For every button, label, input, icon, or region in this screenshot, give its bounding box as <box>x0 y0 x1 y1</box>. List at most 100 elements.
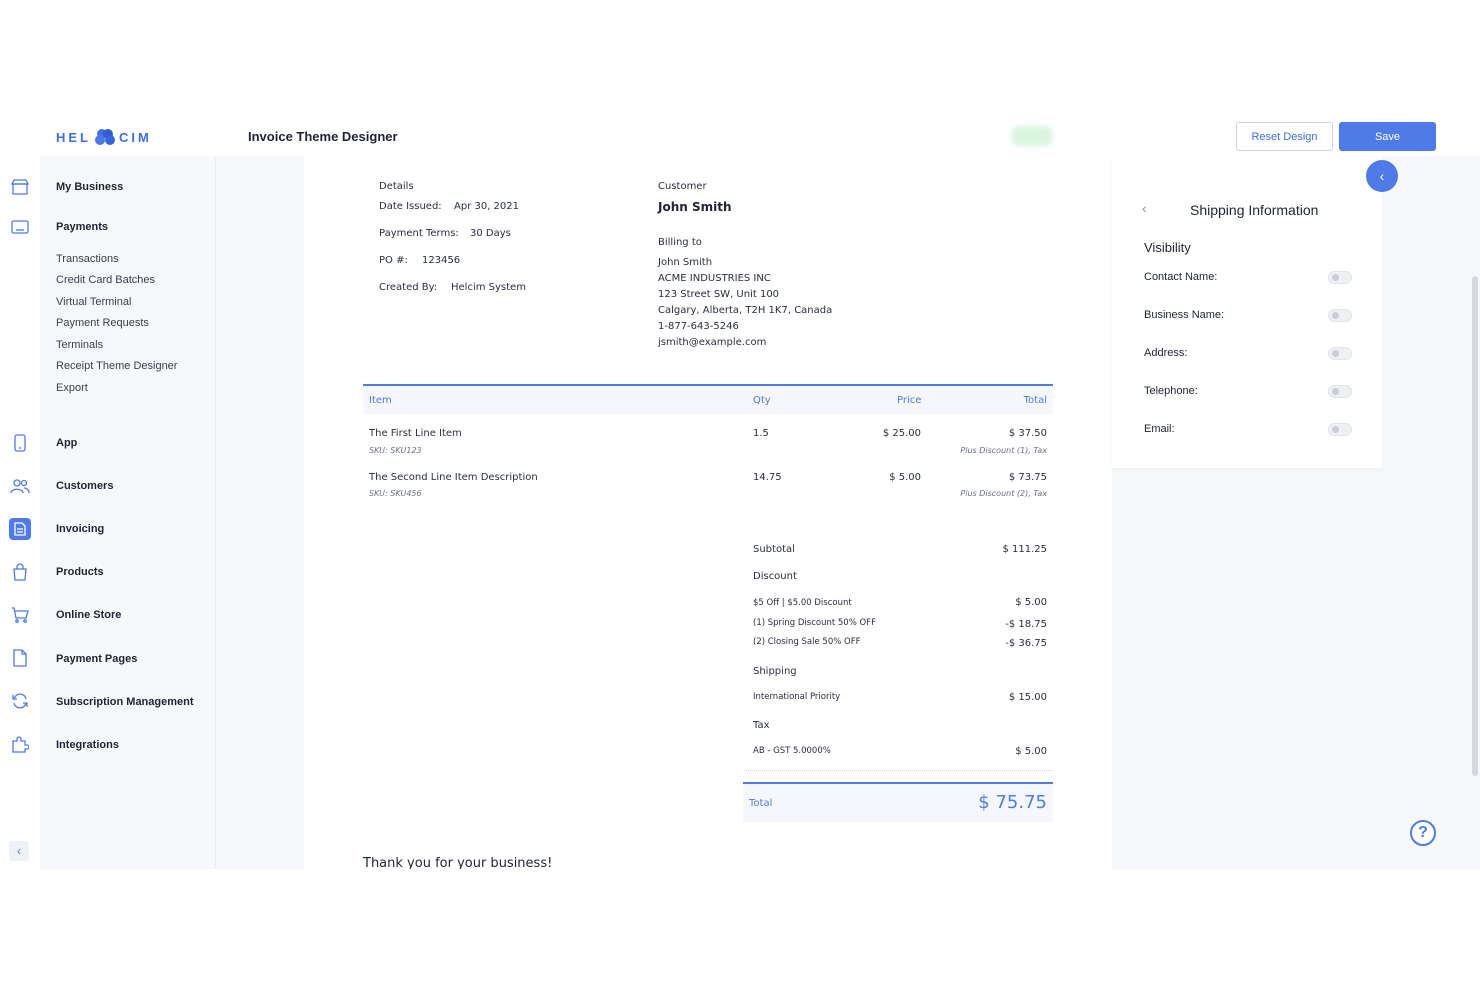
item-name: The Second Line Item Description <box>369 472 538 483</box>
customer-name: John Smith <box>658 200 732 214</box>
help-icon[interactable]: ? <box>1410 820 1436 846</box>
field-label: Contact Name: <box>1144 271 1218 283</box>
visibility-title: Visibility <box>1144 240 1191 255</box>
item-total: $ 73.75 <box>1008 472 1047 483</box>
field-label: Address: <box>1144 347 1188 359</box>
created-by-value: Helcim System <box>451 282 526 293</box>
business-name-toggle[interactable] <box>1328 309 1352 322</box>
address-toggle[interactable] <box>1328 347 1352 360</box>
page-title: Invoice Theme Designer <box>248 129 398 144</box>
refresh-icon[interactable] <box>9 690 31 712</box>
tax-value: $ 5.00 <box>1015 746 1047 757</box>
billing-line: 123 Street SW, Unit 100 <box>658 289 780 300</box>
bag-icon[interactable] <box>9 561 31 583</box>
nav-my-business[interactable]: My Business <box>56 181 123 193</box>
shipping-value: $ 15.00 <box>1008 692 1047 703</box>
items-table-header: Item Qty Price Total <box>363 386 1053 414</box>
billing-line: Calgary, Alberta, T2H 1K7, Canada <box>658 305 833 316</box>
design-canvas: Details Date Issued: Apr 30, 2021 Paymen… <box>216 156 1480 869</box>
nav-terminals[interactable]: Terminals <box>56 339 103 351</box>
app-window: HEL CIM Invoice Theme Designer Reset Des… <box>0 118 1480 869</box>
billing-line: ACME INDUSTRIES INC <box>658 273 771 284</box>
discount-line: (2) Closing Sale 50% OFF <box>753 637 861 647</box>
shipping-line: International Priority <box>753 692 841 702</box>
side-navigation: My Business Payments Transactions Credit… <box>40 156 216 869</box>
item-note: Plus Discount (2), Tax <box>960 489 1047 498</box>
page-icon[interactable] <box>9 647 31 669</box>
contact-name-toggle[interactable] <box>1328 271 1352 284</box>
header-item: Item <box>369 395 392 406</box>
item-total: $ 37.50 <box>1008 428 1047 439</box>
visibility-row-telephone: Telephone: <box>1144 384 1352 400</box>
collapse-sidebar-icon[interactable]: ‹ <box>9 841 29 861</box>
visibility-row-address: Address: <box>1144 346 1352 362</box>
customer-title: Customer <box>658 181 707 192</box>
reset-design-button[interactable]: Reset Design <box>1236 122 1333 151</box>
helcim-logo[interactable]: HEL CIM <box>56 127 152 147</box>
item-sku: SKU: SKU456 <box>369 489 422 498</box>
thank-you-note: Thank you for your business! <box>363 856 553 869</box>
po-label: PO #: <box>379 255 408 266</box>
vertical-scrollbar[interactable] <box>1472 276 1478 776</box>
visibility-row-contact-name: Contact Name: <box>1144 270 1352 286</box>
nav-credit-card-batches[interactable]: Credit Card Batches <box>56 274 155 286</box>
nav-payment-requests[interactable]: Payment Requests <box>56 317 149 329</box>
puzzle-icon[interactable] <box>9 733 31 755</box>
nav-receipt-theme-designer[interactable]: Receipt Theme Designer <box>56 360 177 372</box>
header-total: Total <box>1023 395 1047 406</box>
item-sku: SKU: SKU123 <box>369 446 422 455</box>
nav-payments[interactable]: Payments <box>56 221 108 233</box>
terminal-icon[interactable] <box>9 216 31 238</box>
invoice-icon[interactable] <box>9 518 31 540</box>
nav-products[interactable]: Products <box>56 566 104 578</box>
discount-line: (1) Spring Discount 50% OFF <box>753 618 876 628</box>
customers-icon[interactable] <box>9 475 31 497</box>
discount-value: $ 5.00 <box>1015 597 1047 608</box>
total-label: Total <box>749 798 773 809</box>
email-toggle[interactable] <box>1328 423 1352 436</box>
total-value: $ 75.75 <box>978 792 1047 813</box>
payment-terms-value: 30 Days <box>470 228 511 239</box>
back-chevron-icon[interactable]: ‹ <box>1142 200 1147 216</box>
billing-line: 1-877-643-5246 <box>658 321 739 332</box>
tax-line: AB - GST 5.0000% <box>753 746 831 756</box>
billing-line: jsmith@example.com <box>658 337 767 348</box>
visibility-row-business-name: Business Name: <box>1144 308 1352 324</box>
header-qty: Qty <box>753 395 771 406</box>
panel-title: Shipping Information <box>1190 202 1319 218</box>
store-icon[interactable] <box>9 176 31 198</box>
billing-title: Billing to <box>658 237 702 248</box>
nav-virtual-terminal[interactable]: Virtual Terminal <box>56 296 131 308</box>
discount-label: Discount <box>753 571 797 582</box>
nav-app[interactable]: App <box>56 437 77 449</box>
telephone-toggle[interactable] <box>1328 385 1352 398</box>
nav-payment-pages[interactable]: Payment Pages <box>56 653 137 665</box>
header-price: Price <box>897 395 922 406</box>
shipping-label: Shipping <box>753 666 797 677</box>
nav-integrations[interactable]: Integrations <box>56 739 119 751</box>
po-value: 123456 <box>422 255 461 266</box>
date-issued-label: Date Issued: <box>379 201 442 212</box>
icon-rail: ‹ <box>0 156 40 869</box>
discount-line: $5 Off | $5.00 Discount <box>753 598 852 608</box>
nav-transactions[interactable]: Transactions <box>56 253 119 265</box>
cart-icon[interactable] <box>9 604 31 626</box>
logo-text-right: CIM <box>119 129 152 145</box>
item-price: $ 25.00 <box>882 428 921 439</box>
nav-invoicing[interactable]: Invoicing <box>56 523 104 535</box>
payment-terms-label: Payment Terms: <box>379 228 459 239</box>
nav-subscription-management[interactable]: Subscription Management <box>56 696 194 708</box>
phone-icon[interactable] <box>9 432 31 454</box>
nav-online-store[interactable]: Online Store <box>56 609 121 621</box>
created-by-label: Created By: <box>379 282 438 293</box>
collapse-panel-button[interactable]: ‹ <box>1366 160 1398 192</box>
top-bar: HEL CIM Invoice Theme Designer Reset Des… <box>0 118 1480 156</box>
nav-customers[interactable]: Customers <box>56 480 113 492</box>
nav-export[interactable]: Export <box>56 382 88 394</box>
discount-value: -$ 36.75 <box>1005 638 1047 649</box>
item-name: The First Line Item <box>369 428 462 439</box>
field-label: Email: <box>1144 423 1175 435</box>
save-button[interactable]: Save <box>1339 122 1436 151</box>
totals-divider <box>744 770 1053 771</box>
item-qty: 1.5 <box>753 428 769 439</box>
